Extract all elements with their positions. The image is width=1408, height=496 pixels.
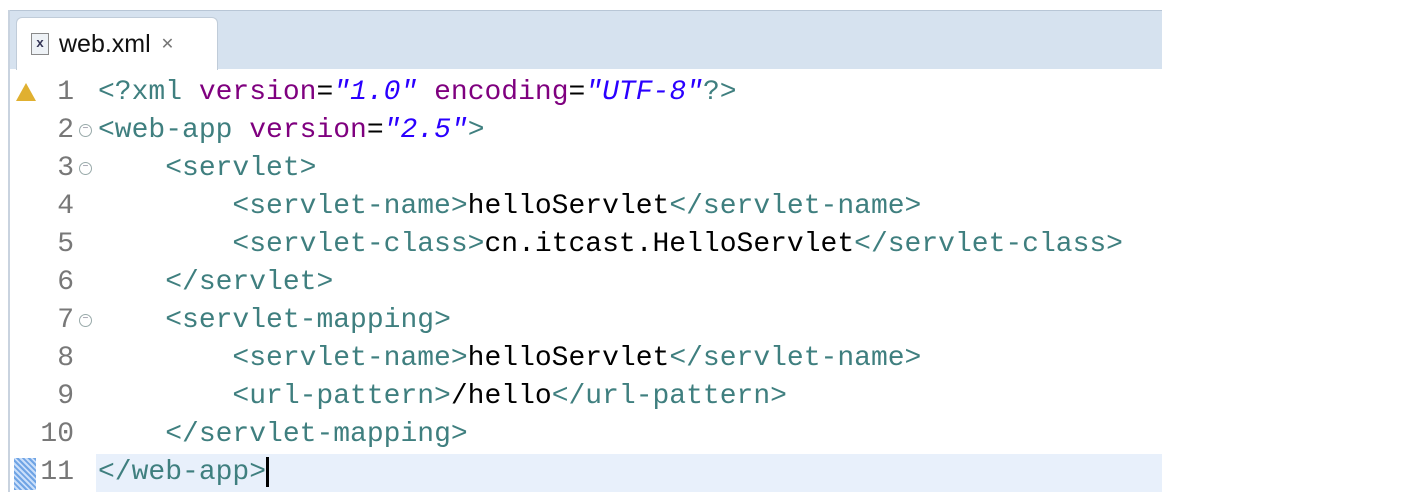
- tag-token: </web-app>: [98, 457, 267, 488]
- line-number: 10: [40, 419, 74, 450]
- plain-token: =: [316, 77, 334, 108]
- line-text: <?xml version="1.0" encoding="UTF-8"?>: [96, 74, 1162, 112]
- line-gutter: 4: [10, 188, 94, 226]
- current-line-marker-icon: [14, 458, 36, 490]
- val-token: "UTF-8": [585, 77, 703, 108]
- tag-token: <servlet-class>: [232, 229, 485, 260]
- line-gutter: 1: [10, 74, 94, 112]
- code-line[interactable]: 8 <servlet-name>helloServlet</servlet-na…: [10, 340, 1162, 378]
- tag-token: <servlet>: [165, 153, 317, 184]
- tag-token: <web-app: [98, 115, 250, 146]
- plain-token: helloServlet: [467, 343, 670, 374]
- line-text: </servlet>: [96, 264, 1162, 302]
- tag-token: <servlet-name>: [232, 343, 468, 374]
- attr-token: version: [249, 115, 367, 146]
- tag-token: </url-pattern>: [551, 381, 787, 412]
- tag-token: ?>: [702, 77, 737, 108]
- close-icon[interactable]: ✕: [161, 34, 174, 54]
- line-text: <servlet-name>helloServlet</servlet-name…: [96, 340, 1162, 378]
- line-gutter: 2−: [10, 112, 94, 150]
- tag-token: >: [467, 115, 485, 146]
- line-number: 1: [57, 77, 74, 108]
- line-gutter: 3−: [10, 150, 94, 188]
- line-number: 8: [57, 343, 74, 374]
- line-number: 4: [57, 191, 74, 222]
- tag-token: <servlet-mapping>: [165, 305, 451, 336]
- line-text: <servlet>: [96, 150, 1162, 188]
- line-text: </web-app>: [96, 454, 1162, 492]
- code-line[interactable]: 9 <url-pattern>/hello</url-pattern>: [10, 378, 1162, 416]
- plain-token: cn.itcast.HelloServlet: [484, 229, 855, 260]
- plain-token: =: [568, 77, 586, 108]
- line-number: 7: [57, 305, 74, 336]
- fold-collapse-icon[interactable]: −: [79, 124, 92, 137]
- xml-editor: x web.xml ✕ 1 <?xml version="1.0" encodin…: [8, 10, 1162, 492]
- line-text: <web-app version="2.5">: [96, 112, 1162, 150]
- plain-token: /hello: [450, 381, 552, 412]
- line-gutter: 6: [10, 264, 94, 302]
- xml-file-icon: x: [31, 33, 49, 55]
- code-line[interactable]: 10 </servlet-mapping>: [10, 416, 1162, 454]
- attr-token: version: [198, 77, 317, 108]
- line-gutter: 9: [10, 378, 94, 416]
- text-caret: [266, 456, 270, 487]
- code-line[interactable]: 5 <servlet-class>cn.itcast.HelloServlet<…: [10, 226, 1162, 264]
- code-line[interactable]: 11 </web-app>: [10, 454, 1162, 492]
- attr-token: encoding: [434, 77, 569, 108]
- tag-token: </servlet-mapping>: [165, 419, 468, 450]
- line-text: <url-pattern>/hello</url-pattern>: [96, 378, 1162, 416]
- line-gutter: 7−: [10, 302, 94, 340]
- tag-token: </servlet-name>: [669, 343, 922, 374]
- tag-token: </servlet>: [165, 267, 334, 298]
- val-token: "1.0": [333, 77, 418, 108]
- line-number: 5: [57, 229, 74, 260]
- line-number: 2: [57, 115, 74, 146]
- line-text: </servlet-mapping>: [96, 416, 1162, 454]
- val-token: "2.5": [383, 115, 468, 146]
- code-line[interactable]: 3− <servlet>: [10, 150, 1162, 188]
- line-text: <servlet-name>helloServlet</servlet-name…: [96, 188, 1162, 226]
- code-area[interactable]: 1 <?xml version="1.0" encoding="UTF-8"?> 2…: [10, 74, 1162, 492]
- line-text: <servlet-mapping>: [96, 302, 1162, 340]
- line-gutter: 8: [10, 340, 94, 378]
- fold-collapse-icon[interactable]: −: [79, 162, 92, 175]
- code-line[interactable]: 7− <servlet-mapping>: [10, 302, 1162, 340]
- tab-title: web.xml: [59, 29, 151, 58]
- line-number: 6: [57, 267, 74, 298]
- tab-web-xml[interactable]: x web.xml ✕: [16, 17, 218, 70]
- warning-icon[interactable]: [16, 83, 36, 101]
- line-number: 3: [57, 153, 74, 184]
- fold-collapse-icon[interactable]: −: [79, 314, 92, 327]
- line-number: 11: [40, 457, 74, 488]
- tag-token: </servlet-class>: [854, 229, 1123, 260]
- line-gutter: 11: [10, 454, 94, 492]
- plain-token: helloServlet: [467, 191, 670, 222]
- line-number: 9: [57, 381, 74, 412]
- tag-token: <url-pattern>: [232, 381, 451, 412]
- tag-token: <?xml: [98, 77, 199, 108]
- code-line[interactable]: 6 </servlet>: [10, 264, 1162, 302]
- plain-token: =: [366, 115, 384, 146]
- line-gutter: 5: [10, 226, 94, 264]
- code-line[interactable]: 2− <web-app version="2.5">: [10, 112, 1162, 150]
- tag-token: </servlet-name>: [669, 191, 922, 222]
- code-line[interactable]: 4 <servlet-name>helloServlet</servlet-na…: [10, 188, 1162, 226]
- line-text: <servlet-class>cn.itcast.HelloServlet</s…: [96, 226, 1162, 264]
- line-gutter: 10: [10, 416, 94, 454]
- code-line[interactable]: 1 <?xml version="1.0" encoding="UTF-8"?>: [10, 74, 1162, 112]
- tag-token: <servlet-name>: [232, 191, 468, 222]
- editor-tab-bar: x web.xml ✕: [10, 10, 1162, 70]
